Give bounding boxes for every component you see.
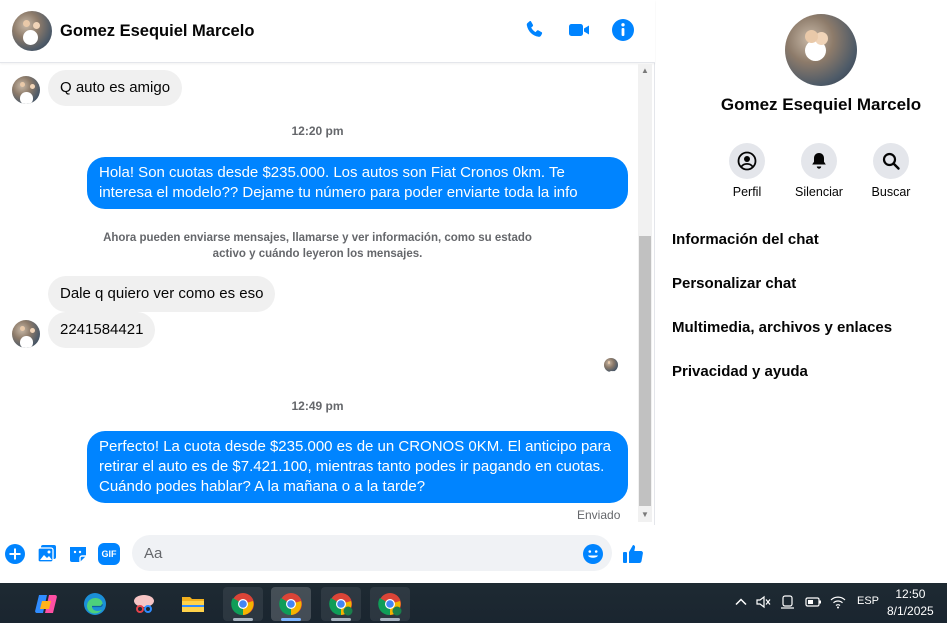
read-receipt-avatar [604, 358, 618, 372]
clock-time: 12:50 [895, 587, 926, 601]
incoming-message[interactable]: Q auto es amigo [48, 70, 183, 106]
clock-date: 8/1/2025 [887, 604, 934, 618]
chat-panel: Gomez Esequiel Marcelo Q auto es amigo 1… [0, 0, 655, 583]
scroll-down-arrow[interactable]: ▼ [641, 511, 649, 519]
menu-media-files-links[interactable]: Multimedia, archivos y enlaces [672, 319, 932, 336]
language-indicator[interactable]: ESP [857, 595, 879, 607]
chevron-up-icon[interactable] [734, 595, 748, 612]
contact-avatar-small [12, 320, 40, 348]
contact-name: Gomez Esequiel Marcelo [720, 95, 922, 114]
scroll-up-arrow[interactable]: ▲ [641, 67, 649, 75]
device-icon[interactable] [780, 595, 796, 612]
edge-icon[interactable] [75, 587, 115, 621]
incoming-message[interactable]: Dale q quiero ver como es eso [48, 276, 276, 312]
plus-icon[interactable] [4, 543, 26, 565]
mute-button[interactable]: Silenciar [786, 143, 852, 199]
menu-privacy-help[interactable]: Privacidad y ayuda [672, 363, 932, 380]
contact-avatar-large[interactable] [785, 14, 857, 86]
chrome-profile-t-icon[interactable] [370, 587, 410, 621]
message-input[interactable] [132, 535, 612, 571]
volume-muted-icon[interactable] [756, 595, 772, 612]
composer: GIF [0, 525, 655, 583]
profile-button[interactable]: Perfil [714, 143, 780, 199]
profile-label: Perfil [732, 185, 762, 199]
search-label: Buscar [871, 185, 911, 199]
search-button[interactable]: Buscar [858, 143, 924, 199]
chrome-profile-v-icon[interactable] [321, 587, 361, 621]
contact-avatar[interactable] [12, 11, 52, 51]
battery-icon[interactable] [804, 595, 822, 612]
wifi-icon[interactable] [830, 595, 846, 612]
sent-status: Enviado [577, 508, 621, 522]
menu-customize-chat[interactable]: Personalizar chat [672, 275, 932, 292]
snipping-tool-icon[interactable] [124, 587, 164, 621]
image-icon[interactable] [36, 543, 58, 565]
chrome-window-2-icon[interactable] [271, 587, 311, 621]
bell-icon [812, 153, 826, 169]
system-clock[interactable]: 12:50 8/1/2025 [887, 586, 934, 620]
message-list: Q auto es amigo 12:20 pm Hola! Son cuota… [0, 64, 638, 524]
system-notice: Ahora pueden enviarse mensajes, llamarse… [103, 232, 532, 260]
search-icon [882, 152, 900, 170]
timestamp: 12:20 pm [291, 124, 344, 138]
emoji-icon[interactable] [582, 543, 604, 565]
copilot-icon[interactable] [26, 587, 66, 621]
profile-icon [737, 151, 757, 171]
chat-details-sidebar: Gomez Esequiel Marcelo Perfil Silenciar … [656, 0, 947, 583]
scrollbar-thumb[interactable] [639, 236, 651, 506]
contact-name[interactable]: Gomez Esequiel Marcelo [60, 22, 254, 41]
outgoing-message[interactable]: Perfecto! La cuota desde $235.000 es de … [87, 431, 628, 503]
gif-icon[interactable]: GIF [98, 543, 120, 565]
menu-chat-info[interactable]: Información del chat [672, 231, 932, 248]
messenger-app: Gomez Esequiel Marcelo Q auto es amigo 1… [0, 0, 947, 583]
file-explorer-icon[interactable] [173, 587, 213, 621]
sticker-icon[interactable] [67, 543, 89, 565]
chrome-window-1-icon[interactable] [223, 587, 263, 621]
chat-header: Gomez Esequiel Marcelo [0, 0, 655, 63]
phone-icon[interactable] [523, 18, 547, 42]
like-icon[interactable] [621, 542, 645, 566]
windows-taskbar: ESP 12:50 8/1/2025 [0, 583, 947, 623]
incoming-message[interactable]: 2241584421 [48, 312, 156, 348]
info-icon[interactable] [611, 18, 635, 42]
outgoing-message[interactable]: Hola! Son cuotas desde $235.000. Los aut… [87, 157, 628, 209]
contact-avatar-small [12, 76, 40, 104]
mute-label: Silenciar [795, 185, 843, 199]
video-icon[interactable] [567, 18, 591, 42]
timestamp: 12:49 pm [291, 399, 344, 413]
